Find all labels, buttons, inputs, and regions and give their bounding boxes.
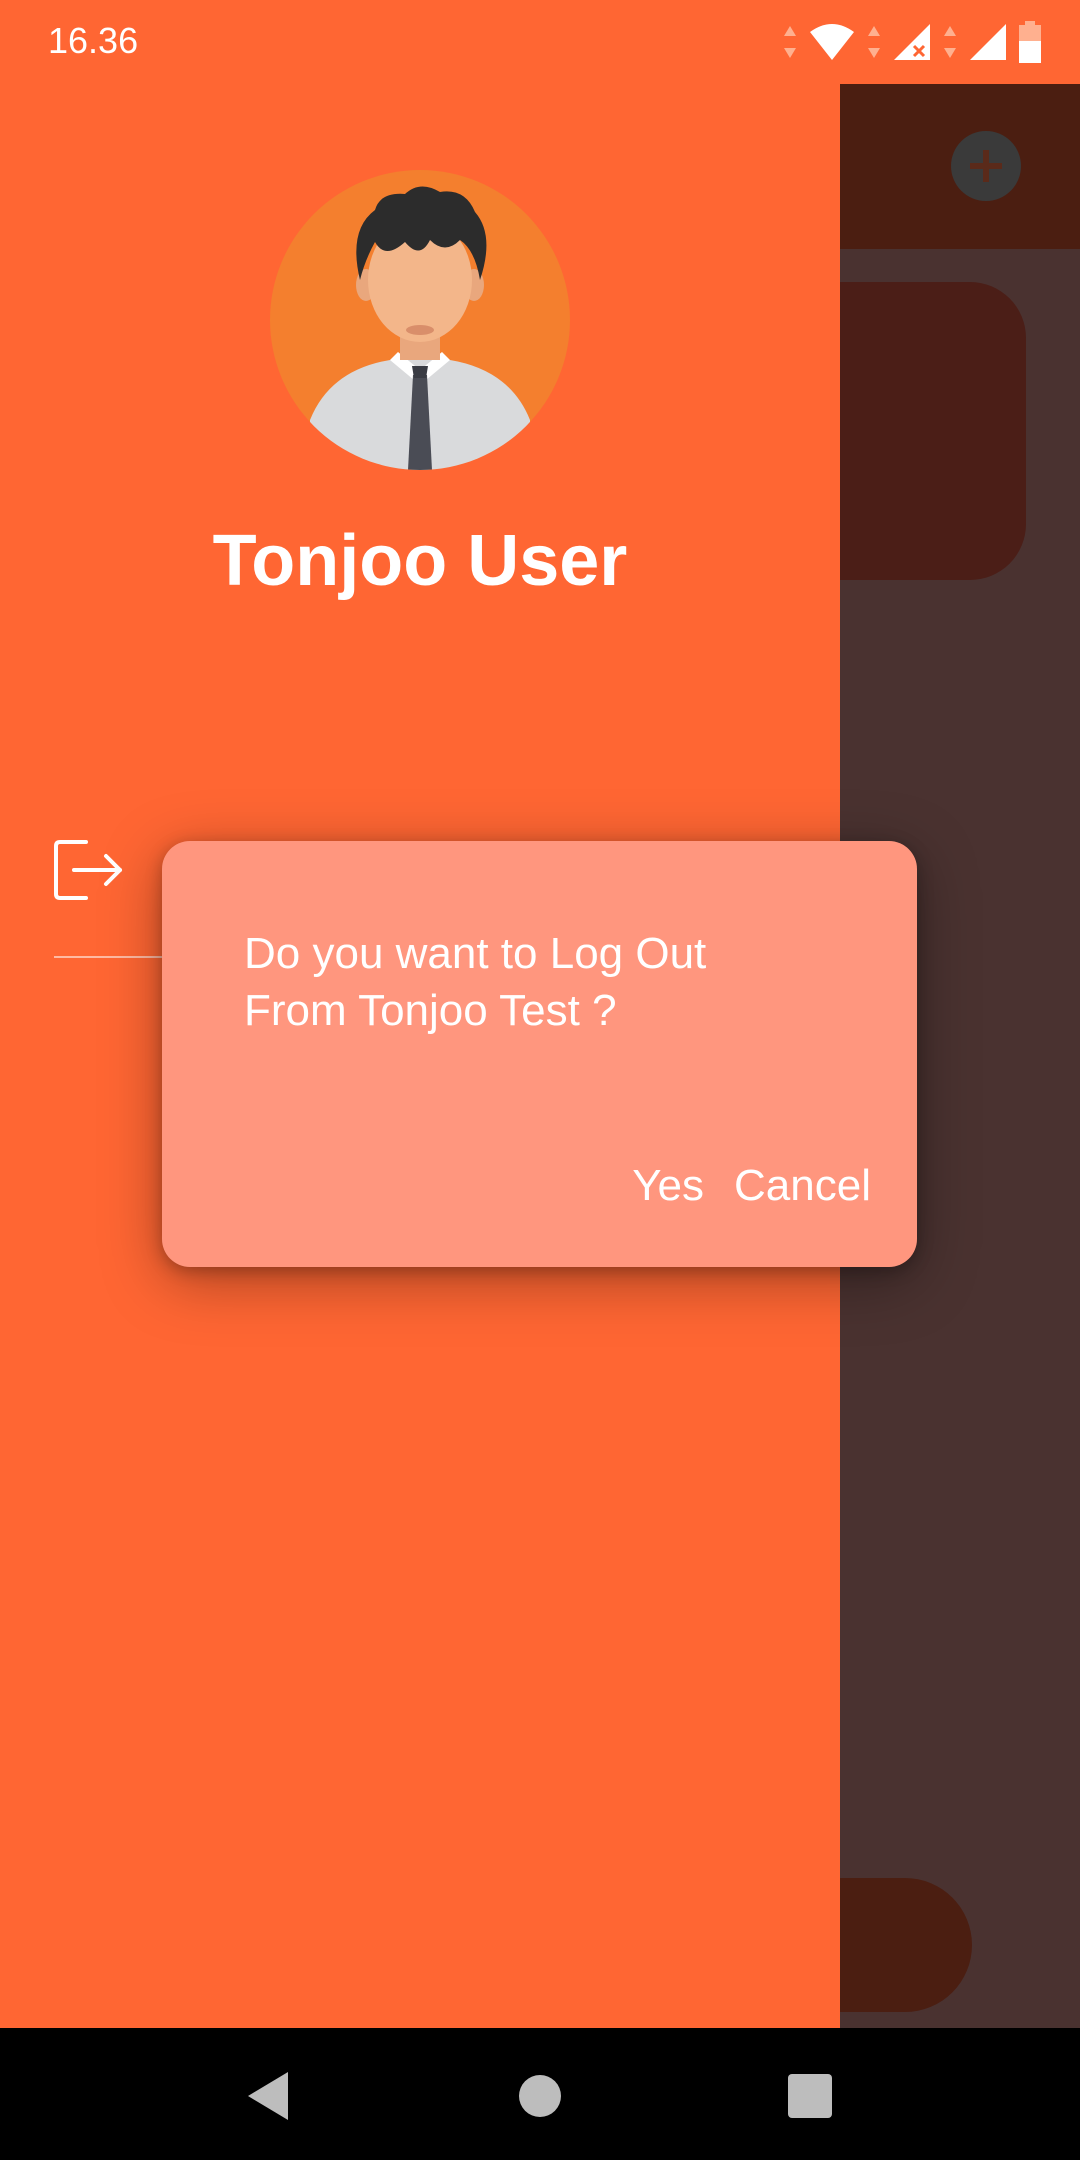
logout-dialog: Do you want to Log Out From Tonjoo Test … bbox=[162, 841, 917, 1267]
battery-icon bbox=[1019, 21, 1041, 63]
data-activity-icon bbox=[784, 26, 796, 58]
user-name: Tonjoo User bbox=[212, 521, 628, 601]
data-activity-icon bbox=[944, 26, 956, 58]
back-icon bbox=[248, 2072, 288, 2120]
screen: Tonjoo User 16.36 Do you want to Log Out… bbox=[0, 0, 1080, 2160]
status-bar: 16.36 bbox=[0, 0, 1080, 84]
system-nav-bar bbox=[0, 2028, 1080, 2160]
add-button[interactable] bbox=[951, 131, 1021, 201]
home-icon bbox=[519, 2075, 561, 2117]
data-activity-icon bbox=[868, 26, 880, 58]
status-time: 16.36 bbox=[48, 20, 139, 61]
yes-button[interactable]: Yes bbox=[632, 1161, 704, 1211]
plus-icon bbox=[970, 150, 1002, 182]
dialog-message: Do you want to Log Out From Tonjoo Test … bbox=[244, 929, 707, 1035]
cancel-button[interactable]: Cancel bbox=[734, 1161, 871, 1211]
recents-button[interactable] bbox=[782, 2068, 838, 2124]
avatar bbox=[270, 170, 570, 470]
signal-no-data-icon bbox=[894, 24, 930, 60]
logout-icon bbox=[54, 840, 122, 900]
back-button[interactable] bbox=[240, 2068, 296, 2124]
home-button[interactable] bbox=[512, 2068, 568, 2124]
dialog-actions: Yes Cancel bbox=[632, 1161, 871, 1211]
wifi-icon bbox=[810, 24, 854, 60]
status-icons bbox=[782, 18, 1042, 66]
user-avatar-icon bbox=[310, 186, 530, 470]
recents-icon bbox=[788, 2074, 832, 2118]
signal-icon bbox=[970, 24, 1006, 60]
